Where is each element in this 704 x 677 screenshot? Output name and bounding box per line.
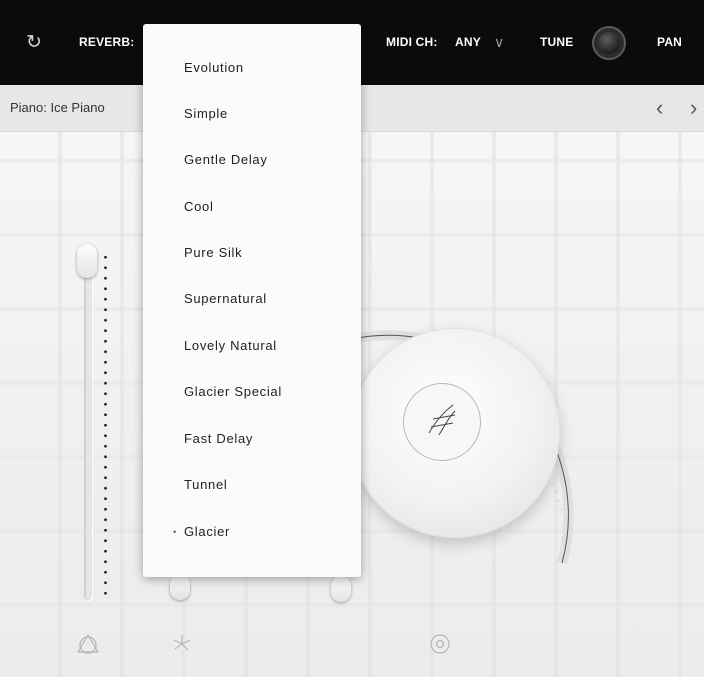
reverb-option-label: Fast Delay [184, 431, 254, 446]
selected-bullet-icon: • [173, 527, 177, 537]
reverb-option-label: Simple [184, 106, 228, 121]
refresh-icon[interactable]: ↻ [26, 0, 42, 85]
volume-slider-thumb[interactable] [77, 244, 97, 278]
volume-slider-track[interactable] [84, 250, 92, 600]
reverb-label: REVERB: [79, 35, 135, 49]
pan-label: PAN [657, 35, 683, 49]
reverb-option-label: Pure Silk [184, 245, 243, 260]
midi-channel-label: MIDI CH: [386, 35, 438, 49]
reverb-option-label: Lovely Natural [184, 338, 277, 353]
midi-channel-select[interactable]: ANY [455, 0, 481, 85]
reverb-option[interactable]: Pure Silk [143, 230, 361, 276]
chevron-left-icon[interactable]: ‹ [656, 85, 663, 131]
slider-scale-dots [104, 252, 107, 598]
reverb-option-label: Glacier [184, 524, 231, 539]
reverb-option-selected[interactable]: • Glacier [143, 509, 361, 555]
tune-label: TUNE [540, 35, 574, 49]
reverb-option[interactable]: Fast Delay [143, 416, 361, 462]
preset-name[interactable]: Piano: Ice Piano [10, 85, 105, 131]
reverb-dropdown-menu: Evolution Simple Gentle Delay Cool Pure … [143, 24, 361, 577]
slider-thumb[interactable] [331, 576, 351, 602]
reverb-option-label: Glacier Special [184, 384, 282, 399]
reverb-option[interactable]: Cool [143, 184, 361, 230]
reverb-option[interactable]: Supernatural [143, 276, 361, 322]
reverb-option[interactable]: Glacier Special [143, 369, 361, 415]
tune-knob[interactable] [592, 26, 626, 60]
triangle-circle-icon[interactable] [76, 632, 100, 656]
slider-thumb[interactable] [170, 574, 190, 600]
reverb-option-label: Tunnel [184, 477, 228, 492]
reverb-option[interactable]: Lovely Natural [143, 323, 361, 369]
target-icon[interactable] [428, 632, 452, 656]
reverb-option[interactable]: Gentle Delay [143, 137, 361, 183]
reverb-option[interactable]: Simple [143, 91, 361, 137]
texture-icon [403, 383, 481, 461]
chevron-down-icon[interactable]: ∨ [494, 0, 504, 85]
reverb-option[interactable]: Tunnel [143, 462, 361, 508]
reverb-option-label: Cool [184, 199, 214, 214]
reverb-option[interactable]: Evolution [143, 45, 361, 91]
reverb-option-label: Evolution [184, 60, 244, 75]
reverb-option-label: Supernatural [184, 291, 267, 306]
chevron-right-icon[interactable]: › [690, 85, 697, 131]
reverb-option-label: Gentle Delay [184, 152, 268, 167]
spiral-icon[interactable] [170, 632, 194, 656]
